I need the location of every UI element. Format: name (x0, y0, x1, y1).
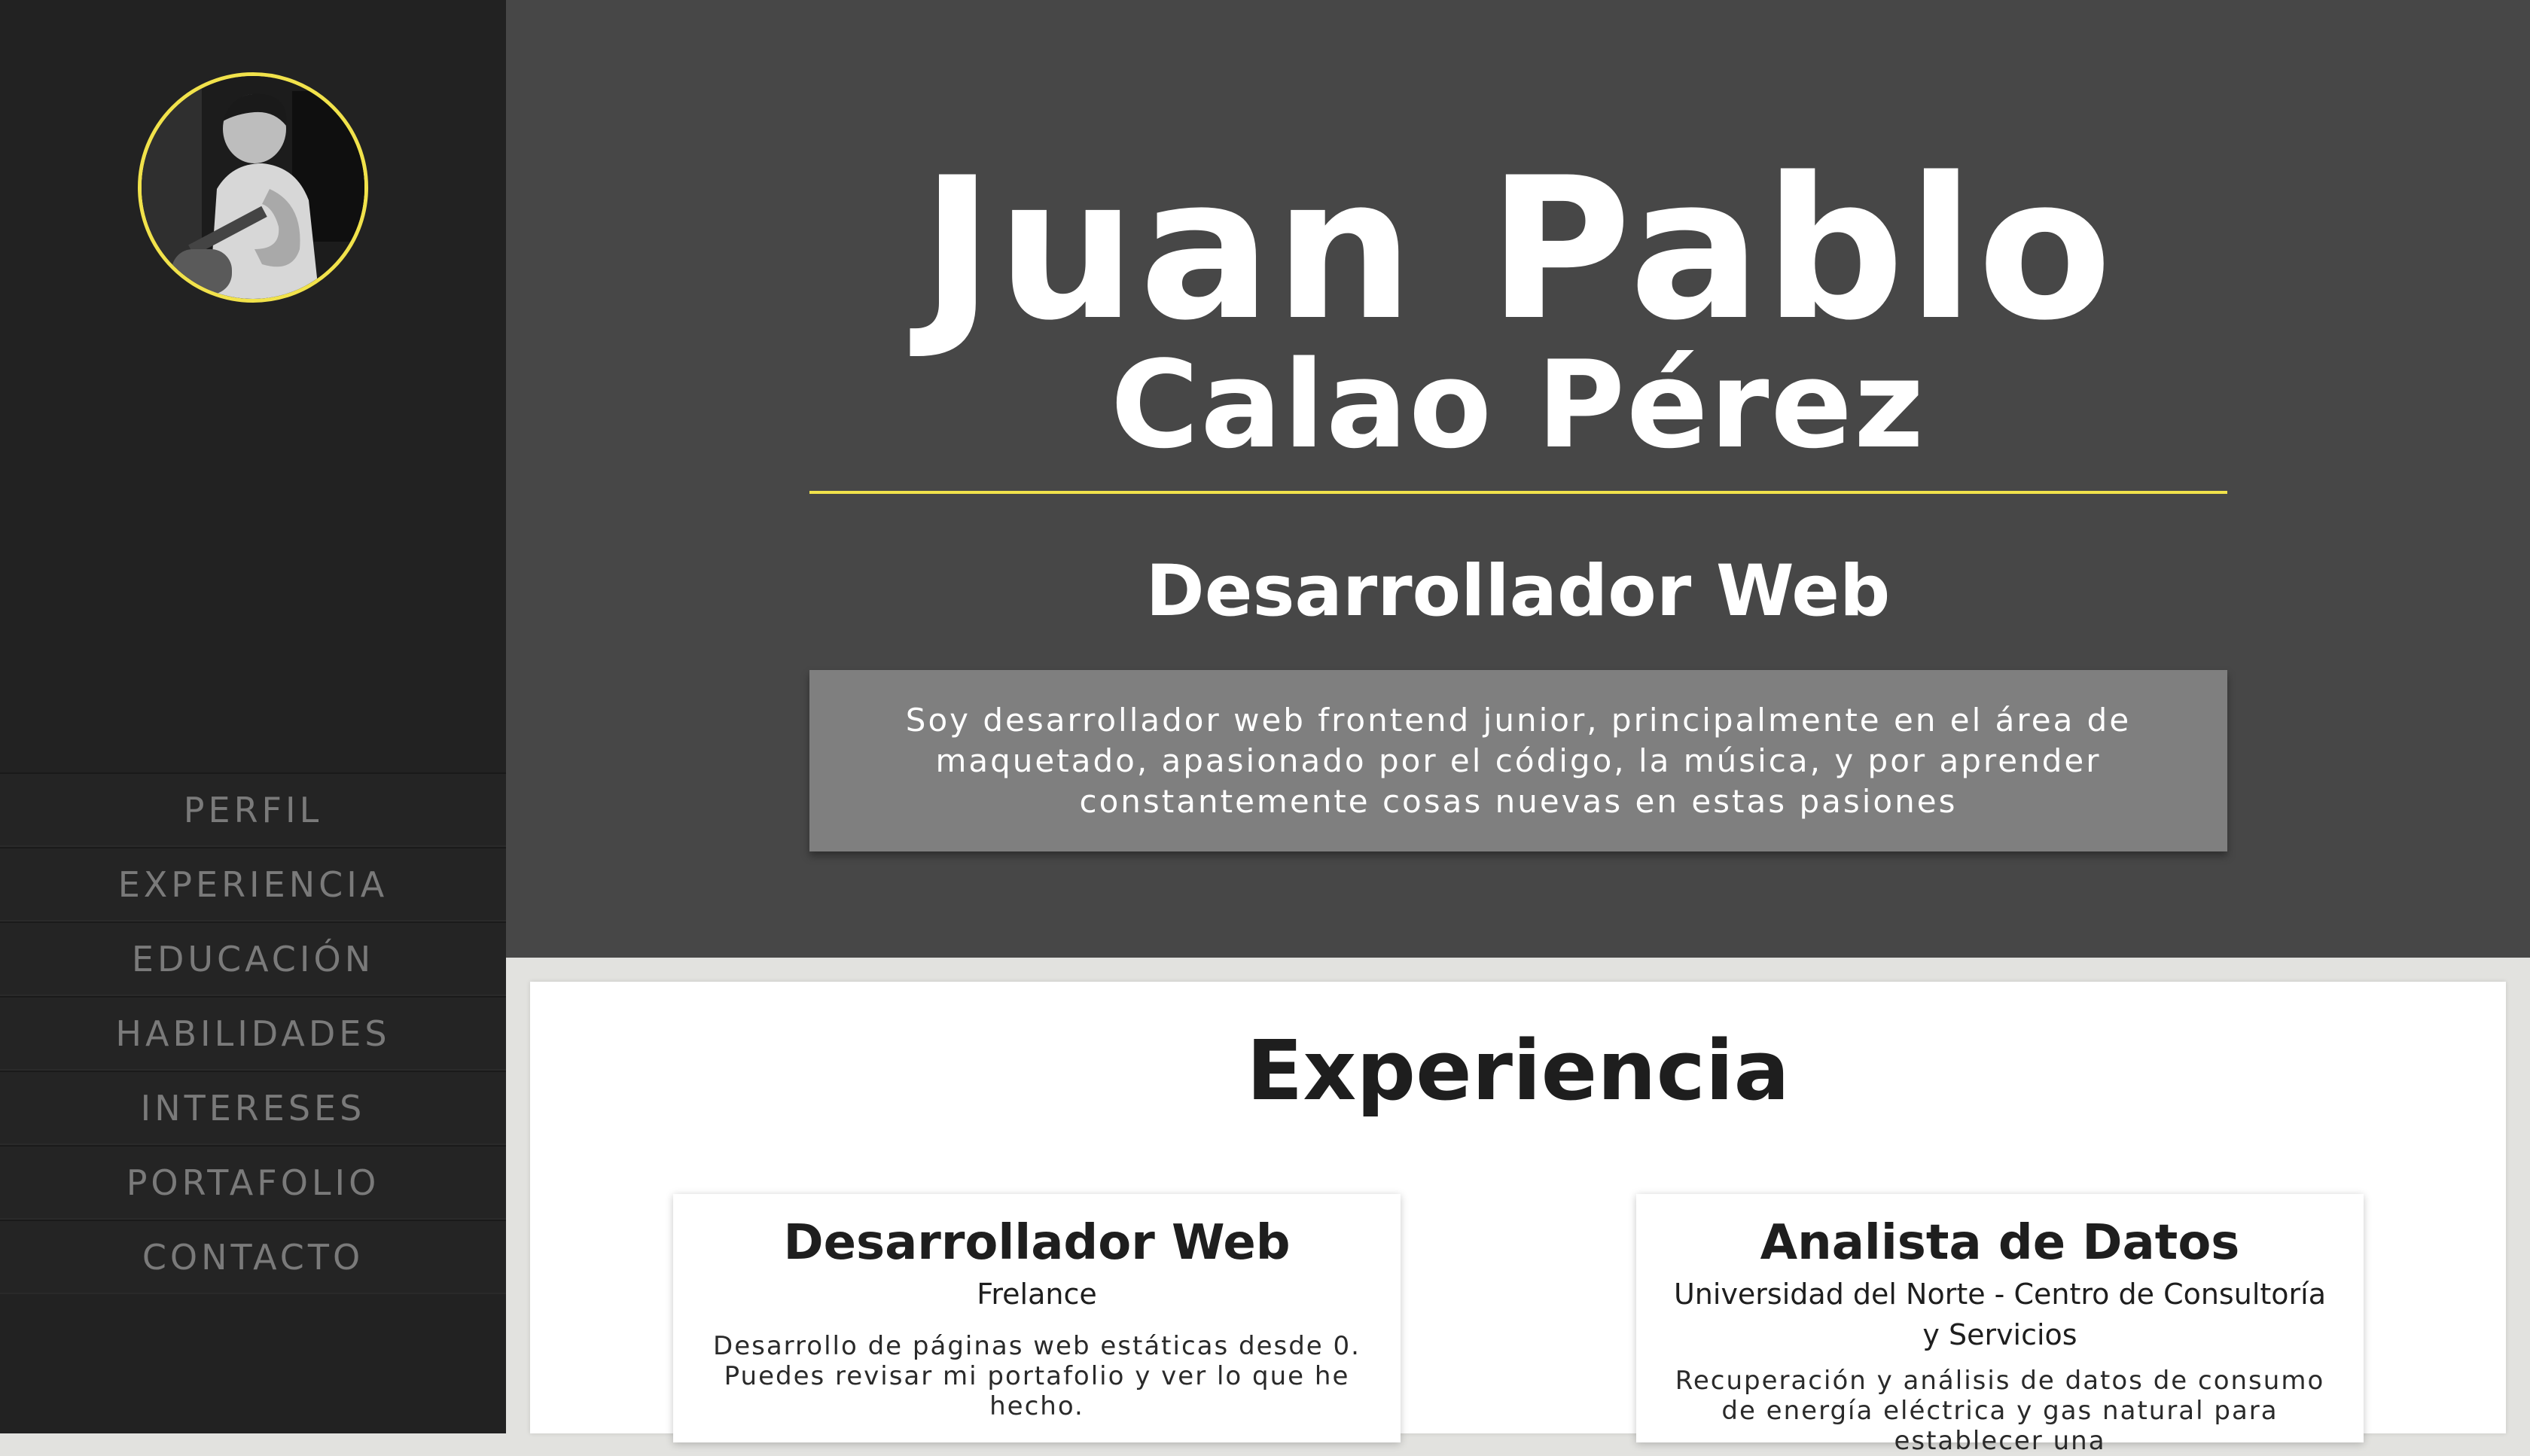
experience-title: Experiencia (1246, 1022, 1790, 1119)
profile-photo (142, 76, 364, 299)
sidebar-nav: PERFIL EXPERIENCIA EDUCACIÓN HABILIDADES… (0, 772, 506, 1294)
experience-card-title: Analista de Datos (1760, 1215, 2240, 1271)
profile-header: Juan Pablo Calao Pérez Desarrollador Web… (506, 0, 2530, 958)
experience-section: Experiencia Desarrollador Web Frelance D… (530, 982, 2506, 1456)
nav-item-habilidades[interactable]: HABILIDADES (0, 996, 506, 1071)
last-name: Calao Pérez (1110, 334, 1926, 475)
experience-card-description: Desarrollo de páginas web estáticas desd… (713, 1331, 1361, 1421)
name-divider (809, 491, 2227, 494)
experience-card-description: Recuperación y análisis de datos de cons… (1675, 1366, 2325, 1456)
nav-item-intereses[interactable]: INTERESES (0, 1071, 506, 1145)
job-role: Desarrollador Web (1145, 550, 1891, 632)
bio-text: Soy desarrollador web frontend junior, p… (905, 701, 2132, 820)
nav-item-experiencia[interactable]: EXPERIENCIA (0, 847, 506, 921)
experience-card-title: Desarrollador Web (783, 1215, 1291, 1271)
bio-box: Soy desarrollador web frontend junior, p… (809, 670, 2227, 851)
avatar (138, 72, 368, 303)
nav-item-perfil[interactable]: PERFIL (0, 772, 506, 847)
experience-card-company: Universidad del Norte - Centro de Consul… (1673, 1278, 2326, 1351)
sidebar: PERFIL EXPERIENCIA EDUCACIÓN HABILIDADES… (0, 0, 506, 1433)
nav-item-portafolio[interactable]: PORTAFOLIO (0, 1145, 506, 1220)
nav-item-educacion[interactable]: EDUCACIÓN (0, 921, 506, 996)
experience-card-company: Frelance (977, 1278, 1097, 1311)
experience-card: Desarrollador Web Frelance Desarrollo de… (673, 1194, 1401, 1442)
first-name: Juan Pablo (921, 136, 2115, 364)
experience-card: Analista de Datos Universidad del Norte … (1636, 1194, 2364, 1456)
nav-item-contacto[interactable]: CONTACTO (0, 1220, 506, 1294)
